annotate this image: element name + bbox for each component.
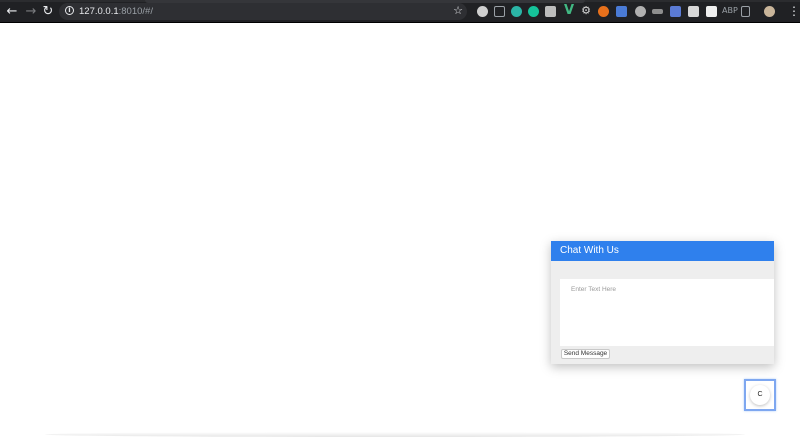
ext-1-icon[interactable] (477, 6, 488, 17)
ext-10-icon[interactable] (635, 6, 646, 17)
menu-dots-icon[interactable]: ⋮ (788, 4, 800, 18)
ext-gear-icon[interactable]: ⚙ (579, 4, 593, 18)
url-host: 127.0.0.1 (79, 6, 119, 17)
reload-icon[interactable]: ↻ (41, 5, 55, 19)
chat-widget: Chat With Us (551, 241, 774, 364)
ext-translate-icon[interactable] (616, 6, 627, 17)
ext-abp-icon[interactable]: ABP (722, 5, 738, 17)
page-bottom-shadow (45, 432, 745, 437)
ext-pocket-icon[interactable] (494, 6, 505, 17)
ext-5-icon[interactable] (545, 6, 556, 17)
profile-avatar[interactable] (764, 6, 775, 17)
forward-icon[interactable]: → (24, 5, 38, 19)
ext-vue-icon[interactable]: V (562, 4, 576, 18)
ext-3-icon[interactable] (511, 6, 522, 17)
chat-launcher-button[interactable]: C (744, 379, 776, 411)
url-path: :8010/#/ (118, 6, 153, 17)
ext-11-icon[interactable] (652, 9, 663, 14)
ext-s-icon[interactable] (706, 6, 717, 17)
chat-header: Chat With Us (551, 241, 774, 261)
browser-toolbar: ← → ↻ i 127.0.0.1:8010/#/ ☆ V ⚙ ABP ⋮ (0, 0, 800, 23)
chat-title: Chat With Us (560, 245, 619, 256)
chat-message-input[interactable] (560, 279, 774, 346)
send-message-button[interactable]: Send Message (561, 349, 610, 359)
back-icon[interactable]: ← (5, 5, 19, 19)
ext-8-icon[interactable] (598, 6, 609, 17)
ext-15-icon[interactable] (741, 6, 750, 17)
info-icon[interactable]: i (65, 6, 74, 15)
ext-12-icon[interactable] (670, 6, 681, 17)
ext-grammarly-icon[interactable] (528, 6, 539, 17)
url-text[interactable]: 127.0.0.1:8010/#/ (79, 5, 153, 18)
address-bar[interactable]: i 127.0.0.1:8010/#/ ☆ (59, 3, 467, 20)
chat-launcher-label: C (757, 391, 763, 398)
bookmark-star-icon[interactable]: ☆ (453, 4, 463, 18)
chat-launcher-circle[interactable]: C (750, 385, 770, 405)
ext-13-icon[interactable] (688, 6, 699, 17)
